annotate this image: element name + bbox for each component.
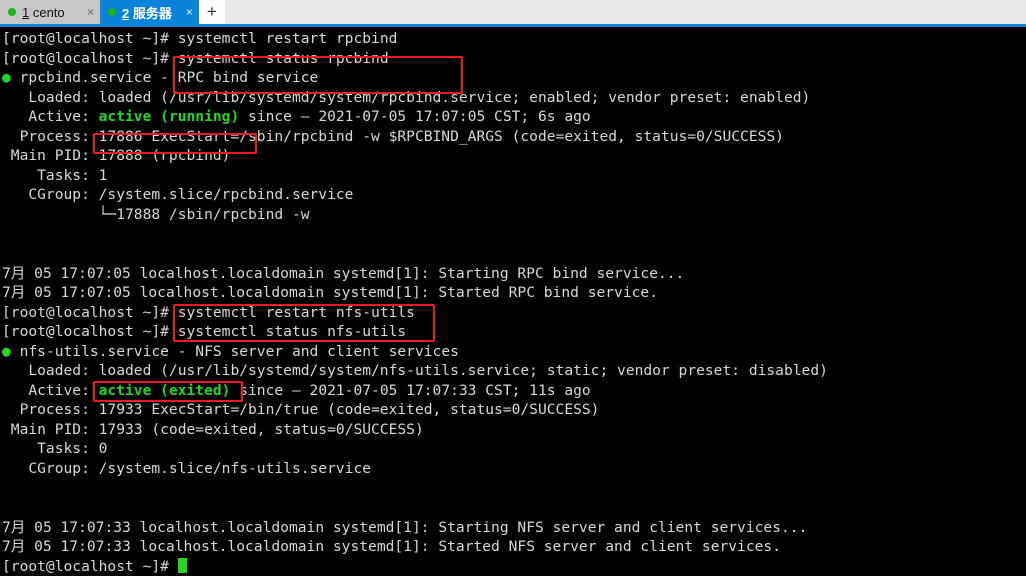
terminal-line: Process: 17933 ExecStart=/bin/true (code… bbox=[2, 401, 600, 419]
terminal-output[interactable]: [root@localhost ~]# systemctl restart rp… bbox=[0, 27, 1026, 575]
terminal-line: 7月 05 17:07:05 localhost.localdomain sys… bbox=[2, 264, 685, 282]
terminal-line: Active: active (exited) since — 2021-07-… bbox=[2, 381, 1026, 401]
tab-server[interactable]: 2 服务器 × bbox=[100, 0, 199, 24]
shell-prompt: [root@localhost ~]# bbox=[2, 323, 178, 341]
text-cursor bbox=[177, 557, 187, 573]
terminal-line: Process: 17886 ExecStart=/sbin/rpcbind -… bbox=[2, 127, 784, 145]
tab-bar: 1 cento × 2 服务器 × + bbox=[0, 0, 1026, 27]
terminal-line: CGroup: /system.slice/nfs-utils.service bbox=[2, 460, 372, 478]
terminal-line: ● nfs-utils.service - NFS server and cli… bbox=[2, 342, 1026, 362]
tab-bar-filler bbox=[224, 0, 1026, 24]
service-title: nfs-utils.service - NFS server and clien… bbox=[10, 342, 459, 360]
tab-centos-title: cento bbox=[29, 4, 65, 20]
status-badge: active (running) bbox=[98, 108, 240, 126]
shell-command: systemctl status nfs-utils bbox=[177, 323, 407, 341]
active-since: since — 2021-07-05 17:07:05 CST; 6s ago bbox=[239, 108, 591, 126]
terminal-line: 7月 05 17:07:33 localhost.localdomain sys… bbox=[2, 518, 808, 536]
tab-server-label: 2 服务器 bbox=[122, 3, 172, 22]
terminal-line: Tasks: 0 bbox=[2, 440, 108, 458]
terminal-line: 7月 05 17:07:05 localhost.localdomain sys… bbox=[2, 284, 658, 302]
terminal-line: └─17888 /sbin/rpcbind -w bbox=[2, 205, 310, 223]
tab-centos-label: 1 cento bbox=[22, 5, 73, 20]
terminal-line: ● rpcbind.service - RPC bind service bbox=[2, 68, 1026, 88]
terminal-line: Main PID: 17933 (code=exited, status=0/S… bbox=[2, 420, 424, 438]
shell-command: systemctl restart nfs-utils bbox=[177, 303, 415, 321]
terminal-line: Loaded: loaded (/usr/lib/systemd/system/… bbox=[2, 88, 811, 106]
terminal-line: [root@localhost ~]# systemctl status nfs… bbox=[2, 322, 1026, 342]
terminal-line: Tasks: 1 bbox=[2, 166, 108, 184]
terminal-line: Active: active (running) since — 2021-07… bbox=[2, 107, 1026, 127]
terminal-line: CGroup: /system.slice/rpcbind.service bbox=[2, 186, 354, 204]
service-title: rpcbind.service - RPC bind service bbox=[10, 69, 319, 87]
terminal-line: Main PID: 17888 (rpcbind) bbox=[2, 147, 231, 165]
service-status-bullet-icon: ● bbox=[2, 69, 11, 87]
shell-prompt: [root@localhost ~]# bbox=[2, 30, 178, 47]
shell-prompt: [root@localhost ~]# bbox=[2, 49, 178, 67]
active-label: Active: bbox=[2, 381, 99, 399]
tab-centos[interactable]: 1 cento × bbox=[0, 0, 100, 24]
shell-prompt: [root@localhost ~]# bbox=[2, 303, 178, 321]
status-dot-icon bbox=[8, 8, 16, 16]
close-icon[interactable]: × bbox=[87, 5, 94, 19]
shell-command: systemctl restart rpcbind bbox=[177, 30, 398, 47]
terminal-line: 7月 05 17:07:33 localhost.localdomain sys… bbox=[2, 538, 781, 556]
shell-command: systemctl status rpcbind bbox=[177, 49, 389, 67]
close-icon[interactable]: × bbox=[186, 5, 193, 19]
terminal-line: [root@localhost ~]# systemctl restart rp… bbox=[2, 29, 1026, 49]
new-tab-button[interactable]: + bbox=[198, 0, 225, 24]
tab-server-title: 服务器 bbox=[129, 5, 172, 21]
active-since: since — 2021-07-05 17:07:33 CST; 11s ago bbox=[230, 381, 591, 399]
terminal-line: [root@localhost ~]# bbox=[2, 557, 1026, 576]
status-badge: active (exited) bbox=[98, 381, 231, 399]
active-label: Active: bbox=[2, 108, 99, 126]
terminal-line: Loaded: loaded (/usr/lib/systemd/system/… bbox=[2, 362, 828, 380]
terminal-line: [root@localhost ~]# systemctl status rpc… bbox=[2, 49, 1026, 69]
service-status-bullet-icon: ● bbox=[2, 342, 11, 360]
terminal-line: [root@localhost ~]# systemctl restart nf… bbox=[2, 303, 1026, 323]
terminal-lines: [root@localhost ~]# systemctl restart rp… bbox=[2, 29, 1026, 576]
shell-prompt: [root@localhost ~]# bbox=[2, 557, 178, 575]
status-dot-icon bbox=[108, 8, 116, 16]
